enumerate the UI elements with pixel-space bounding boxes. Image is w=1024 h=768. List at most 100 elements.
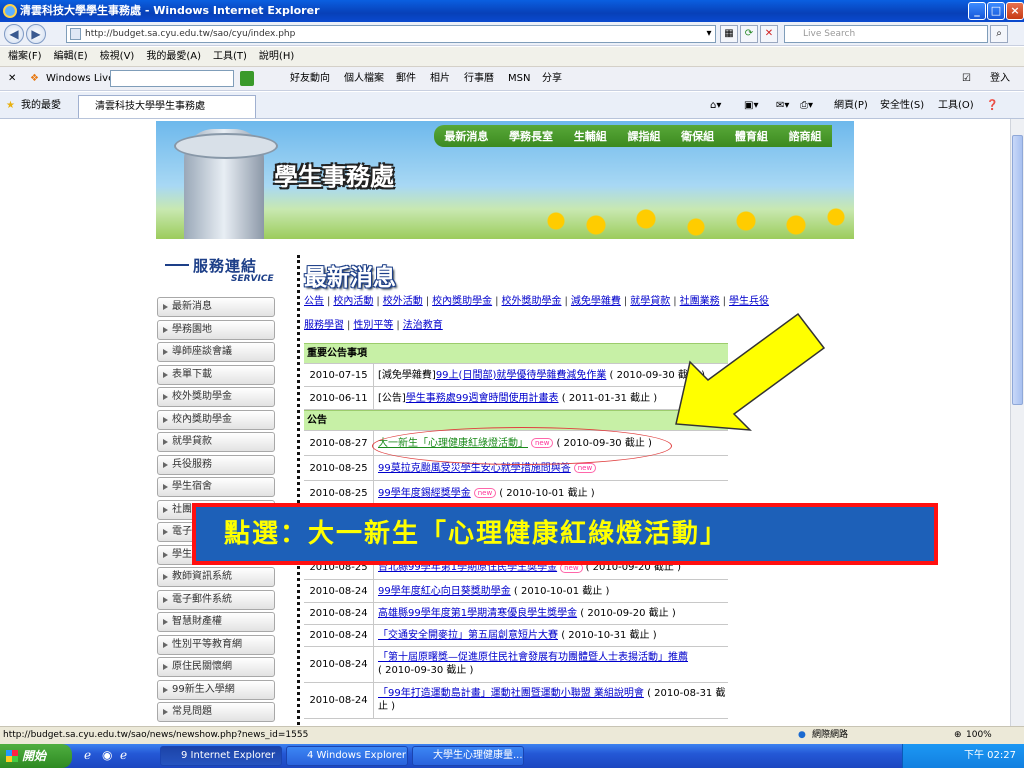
live-mail-link[interactable]: 郵件 (396, 67, 416, 91)
sidebar-item-faq[interactable]: 常見問題 (157, 702, 275, 722)
category-link[interactable]: 減免學雜費 (571, 296, 621, 307)
zoom-level[interactable]: 100% (966, 727, 992, 744)
browser-tab[interactable]: 清雲科技大學學生事務處 (78, 95, 256, 118)
category-link[interactable]: 服務學習 (304, 320, 344, 331)
topnav-news[interactable]: 最新消息 (444, 128, 488, 144)
safety-menu[interactable]: 安全性(S) (880, 92, 924, 119)
sidebar-item-external-scholarship[interactable]: 校外獎助學金 (157, 387, 275, 407)
quicklaunch-browser-icon[interactable]: ℯ (120, 748, 127, 762)
sidebar-item-indigenous[interactable]: 原住民關懷網 (157, 657, 275, 677)
live-friends-link[interactable]: 好友動向 (290, 67, 330, 91)
favorites-star-icon[interactable]: ★ (6, 92, 15, 119)
sidebar-item-military[interactable]: 兵役服務 (157, 454, 275, 475)
category-link[interactable]: 社團業務 (680, 296, 720, 307)
mail-icon[interactable]: ✉▾ (776, 92, 789, 119)
category-link[interactable]: 校內獎助學金 (432, 296, 492, 307)
task-windows-explorer[interactable]: 4 Windows Explorer (286, 746, 408, 766)
category-link[interactable]: 性別平等 (353, 320, 393, 331)
home-icon[interactable]: ⌂▾ (710, 92, 721, 119)
sidebar-item-email-system[interactable]: 電子郵件系統 (157, 589, 275, 610)
back-button[interactable]: ◀ (4, 24, 24, 44)
category-link[interactable]: 校外獎助學金 (502, 296, 562, 307)
menu-tools[interactable]: 工具(T) (213, 51, 247, 62)
sidebar-item-internal-scholarship[interactable]: 校內獎助學金 (157, 409, 275, 430)
address-dropdown-button[interactable]: ▾ (702, 26, 716, 42)
search-icon[interactable]: ⌕ (990, 25, 1008, 43)
live-calendar-link[interactable]: 行事曆 (464, 67, 494, 91)
refresh-icon[interactable]: ⟳ (740, 25, 758, 43)
quicklaunch-ie-icon[interactable]: ℯ (84, 748, 91, 762)
live-profile-link[interactable]: 個人檔案 (344, 67, 384, 91)
menu-view[interactable]: 檢視(V) (100, 51, 135, 62)
topnav-sports[interactable]: 體育組 (735, 128, 768, 144)
sidebar-item-gender-equality[interactable]: 性別平等教育網 (157, 634, 275, 655)
row-deadline: ( 2010-09-30 截止 ) (378, 665, 474, 676)
topnav-counseling[interactable]: 諮商組 (789, 128, 822, 144)
ie-logo-icon (3, 4, 17, 18)
menu-favorites[interactable]: 我的最愛(A) (146, 51, 201, 62)
news-link[interactable]: 99上(日間部)就學優待學雜費減免作業 (436, 369, 607, 382)
live-photos-link[interactable]: 相片 (430, 67, 450, 91)
favorites-button[interactable]: 我的最愛 (21, 92, 61, 119)
sidebar-item-teacher-system[interactable]: 教師資訊系統 (157, 567, 275, 587)
news-link[interactable]: 學生事務處99週會時間使用計畫表 (406, 392, 559, 405)
menu-edit[interactable]: 編輯(E) (54, 51, 88, 62)
search-input[interactable]: Live Search (784, 25, 988, 43)
topnav-activities[interactable]: 課指組 (627, 128, 660, 144)
category-link[interactable]: 法治教育 (403, 320, 443, 331)
row-date: 2010-06-11 (304, 387, 374, 409)
stop-icon[interactable]: ✕ (760, 25, 778, 43)
quicklaunch-icon[interactable]: ◉ (102, 748, 112, 762)
tools-menu[interactable]: 工具(O) (938, 92, 974, 119)
clock[interactable]: 下午 02:27 (964, 750, 1016, 761)
close-toolbar-icon[interactable]: ✕ (8, 67, 16, 91)
print-icon[interactable]: ⎙▾ (800, 92, 813, 119)
news-link[interactable]: 99學年度錫經獎學金 (378, 487, 471, 500)
news-link[interactable]: 「第十屆原曙獎—促進原住民社會發展有功團體暨人士表揚活動」推薦 (378, 652, 688, 663)
checkbox-icon[interactable]: ☑ (962, 67, 971, 91)
table-row: 2010-06-11 [公告] 學生事務處99週會時間使用計畫表 ( 2011-0… (304, 387, 728, 410)
news-link[interactable]: 「交通安全開麥拉」第五屆創意短片大賽 (378, 629, 558, 642)
page-menu[interactable]: 網頁(P) (834, 92, 868, 119)
topnav-health[interactable]: 衛保組 (681, 128, 714, 144)
topnav-dean[interactable]: 學務長室 (509, 128, 553, 144)
maximize-button[interactable]: □ (987, 2, 1005, 20)
category-link[interactable]: 公告 (304, 296, 324, 307)
category-link[interactable]: 校外活動 (383, 296, 423, 307)
news-link[interactable]: 99學年度紅心向日葵獎助學金 (378, 585, 511, 598)
task-internet-explorer[interactable]: 9 Internet Explorer (160, 746, 282, 766)
sidebar-item-mentor-meeting[interactable]: 導師座談會議 (157, 342, 275, 362)
compat-icon[interactable]: ▦ (720, 25, 738, 43)
live-msn-link[interactable]: MSN (508, 67, 530, 91)
live-search-go-icon[interactable] (240, 71, 254, 86)
help-icon[interactable]: ❓ (986, 92, 998, 119)
sidebar-item-dorm[interactable]: 學生宿舍 (157, 477, 275, 497)
topnav-life[interactable]: 生輔組 (574, 128, 607, 144)
news-link[interactable]: 高雄縣99學年度第1學期清寒優良學生獎學金 (378, 607, 577, 620)
sidebar-item-student-loan[interactable]: 就學貸款 (157, 432, 275, 452)
live-search-input[interactable] (110, 70, 234, 87)
live-signin-link[interactable]: 登入 (990, 67, 1010, 91)
start-button[interactable]: 開始 (0, 744, 72, 768)
category-link[interactable]: 校內活動 (333, 296, 373, 307)
instruction-callout: 點選：大一新生「心理健康紅綠燈活動」 (192, 503, 938, 565)
feeds-icon[interactable]: ▣▾ (744, 92, 758, 119)
scrollbar-thumb[interactable] (1012, 135, 1023, 405)
sidebar-item-garden[interactable]: 學務園地 (157, 319, 275, 340)
close-button[interactable]: × (1006, 2, 1024, 20)
menu-file[interactable]: 檔案(F) (8, 51, 42, 62)
category-link[interactable]: 就學貸款 (630, 296, 670, 307)
live-share-link[interactable]: 分享 (542, 67, 562, 91)
sidebar-item-freshman[interactable]: 99新生入學網 (157, 679, 275, 700)
news-link[interactable]: 「99年打造運動島計畫」運動社團暨運動小聯盟 業組說明會 (378, 688, 644, 699)
category-link[interactable]: 學生兵役 (729, 296, 769, 307)
sidebar-item-ip[interactable]: 智慧財產權 (157, 612, 275, 632)
sidebar-item-forms[interactable]: 表單下載 (157, 364, 275, 385)
address-input[interactable]: http://budget.sa.cyu.edu.tw/sao/cyu/inde… (66, 25, 716, 43)
vertical-scrollbar[interactable] (1010, 119, 1024, 726)
forward-button[interactable]: ▶ (26, 24, 46, 44)
task-document[interactable]: 大學生心理健康量... (412, 746, 524, 766)
menu-help[interactable]: 說明(H) (259, 51, 294, 62)
sidebar-item-news[interactable]: 最新消息 (157, 297, 275, 317)
minimize-button[interactable]: _ (968, 2, 986, 20)
